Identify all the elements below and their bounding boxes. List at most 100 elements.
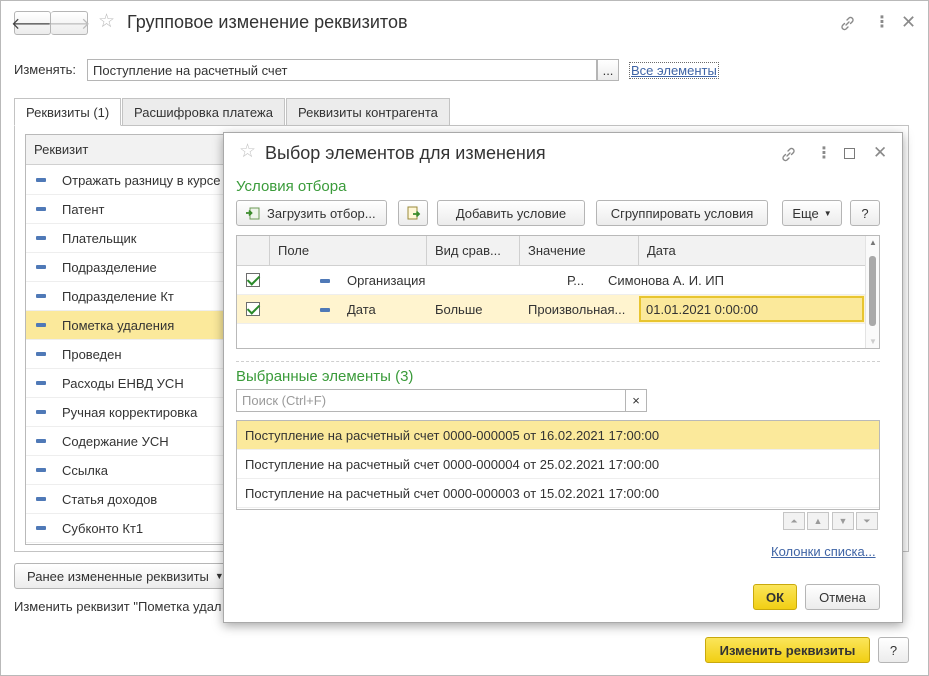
move-top-icon[interactable]: ⏶ (783, 512, 805, 530)
tab-counterparty-attributes[interactable]: Реквизиты контрагента (286, 98, 450, 126)
column-comparison[interactable]: Вид срав... (427, 236, 519, 265)
more-button[interactable]: Еще ▼ (782, 200, 842, 226)
attribute-label: Проведен (62, 346, 122, 362)
tab-attributes[interactable]: Реквизиты (1) (14, 98, 122, 126)
link-icon[interactable] (780, 146, 797, 163)
filter-comparison: Больше (435, 301, 483, 317)
attribute-row[interactable]: Патент (26, 195, 239, 224)
star-icon[interactable]: ☆ (239, 142, 256, 161)
attribute-row[interactable]: Ручная корректировка (26, 398, 239, 427)
apply-changes-button[interactable]: Изменить реквизиты (705, 637, 870, 663)
field-bullet-icon (320, 308, 330, 312)
maximize-icon[interactable] (844, 148, 855, 159)
cancel-button[interactable]: Отмена (805, 584, 880, 610)
grid-header: Реквизит (26, 135, 239, 165)
attribute-row[interactable]: Расходы ЕНВД УСН (26, 369, 239, 398)
attribute-bullet-icon (36, 381, 46, 385)
window-title: Групповое изменение реквизитов (127, 12, 408, 32)
help-button[interactable]: ? (878, 637, 909, 663)
move-down-icon[interactable]: ▼ (832, 512, 854, 530)
attribute-bullet-icon (36, 236, 46, 240)
attribute-row[interactable]: Пометка удаления (26, 311, 239, 340)
filter-value: Произвольная... (528, 301, 626, 317)
load-filter-button[interactable]: Загрузить отбор... (236, 200, 387, 226)
document-type-field[interactable]: Поступление на расчетный счет (87, 59, 597, 81)
filter-field: Дата (347, 301, 376, 317)
arrow-right-icon: 🡒 (47, 15, 91, 33)
attribute-row[interactable]: Отражать разницу в курсе (26, 166, 239, 195)
attribute-label: Расходы ЕНВД УСН (62, 375, 184, 391)
column-date[interactable]: Дата (639, 236, 865, 265)
filter-row[interactable]: Организация Р... Симонова А. И. ИП (237, 266, 865, 295)
filter-row[interactable]: Дата Больше Произвольная... 01.01.2021 0… (237, 295, 865, 324)
close-icon[interactable]: ✕ (901, 13, 916, 31)
move-bottom-icon[interactable]: ⏷ (856, 512, 878, 530)
column-field[interactable]: Поле (270, 236, 425, 265)
attribute-row[interactable]: Подразделение (26, 253, 239, 282)
filter-field: Организация (347, 272, 426, 288)
scroll-down-icon[interactable]: ▼ (869, 337, 877, 346)
attribute-bullet-icon (36, 294, 46, 298)
status-text: Изменить реквизит "Пометка удал (14, 599, 222, 614)
attribute-row[interactable]: Субконто Кт1 (26, 514, 239, 543)
filter-section-title: Условия отбора (236, 178, 347, 195)
more-vertical-icon[interactable]: ⋮ (874, 15, 890, 31)
dialog-help-button[interactable]: ? (850, 200, 880, 226)
attribute-row[interactable]: Плательщик (26, 224, 239, 253)
select-elements-dialog: ☆ Выбор элементов для изменения ⋮ ✕ Усло… (223, 132, 903, 623)
attribute-label: Содержание УСН (62, 433, 169, 449)
close-icon[interactable]: ✕ (873, 144, 887, 161)
attribute-bullet-icon (36, 323, 46, 327)
attribute-bullet-icon (36, 468, 46, 472)
load-filter-icon (245, 205, 261, 221)
attribute-label: Статья доходов (62, 491, 158, 507)
grid-header-label: Реквизит (34, 142, 89, 157)
attributes-grid[interactable]: Реквизит Отражать разницу в курсе Патент П… (25, 134, 240, 545)
attribute-row[interactable]: Статья доходов (26, 485, 239, 514)
attribute-label: Ручная корректировка (62, 404, 198, 420)
ok-button[interactable]: ОК (753, 584, 797, 610)
scroll-up-icon[interactable]: ▲ (869, 238, 877, 247)
column-value[interactable]: Значение (520, 236, 638, 265)
clear-search-button[interactable]: × (625, 389, 647, 412)
previously-changed-button[interactable]: Ранее измененные реквизиты ▼ (14, 563, 234, 589)
list-item[interactable]: Поступление на расчетный счет 0000-00000… (237, 479, 879, 508)
selected-section-title: Выбранные элементы (3) (236, 368, 414, 385)
link-icon[interactable] (839, 15, 856, 32)
filter-grid-scrollbar[interactable]: ▲ ▼ (865, 236, 879, 348)
save-filter-button[interactable] (398, 200, 428, 226)
back-button[interactable]: 🡐 (11, 11, 54, 35)
attribute-row[interactable]: Содержание УСН (26, 427, 239, 456)
add-condition-button[interactable]: Добавить условие (437, 200, 585, 226)
attribute-label: Подразделение Кт (62, 288, 174, 304)
filter-conditions-grid[interactable]: Поле Вид срав... Значение Дата Организац… (236, 235, 880, 349)
more-label: Еще (792, 205, 819, 221)
chevron-down-icon: ▼ (823, 208, 832, 218)
attribute-row[interactable]: Ссылка (26, 456, 239, 485)
attribute-row[interactable]: Проведен (26, 340, 239, 369)
more-vertical-icon[interactable]: ⋮ (816, 146, 832, 162)
list-columns-link[interactable]: Колонки списка... (771, 544, 876, 559)
search-input[interactable]: Поиск (Ctrl+F) (236, 389, 626, 412)
group-conditions-button[interactable]: Сгруппировать условия (596, 200, 768, 226)
all-elements-link[interactable]: Все элементы (629, 62, 719, 79)
move-up-icon[interactable]: ▲ (807, 512, 829, 530)
filter-value: Р... (567, 272, 585, 288)
document-icon (405, 205, 421, 221)
scrollbar-thumb[interactable] (869, 256, 876, 326)
list-item[interactable]: Поступление на расчетный счет 0000-00000… (237, 421, 879, 450)
selected-elements-list[interactable]: Поступление на расчетный счет 0000-00000… (236, 420, 880, 510)
document-label: Поступление на расчетный счет 0000-00000… (245, 427, 660, 443)
tab-payment-breakdown[interactable]: Расшифровка платежа (122, 98, 285, 126)
select-button[interactable]: ... (597, 59, 619, 81)
filter-value-extra: Симонова А. И. ИП (608, 272, 724, 288)
filter-row-checkbox[interactable] (246, 273, 260, 287)
date-value-field[interactable]: 01.01.2021 0:00:00 (639, 296, 864, 322)
attribute-label: Подразделение (62, 259, 157, 275)
star-icon[interactable]: ☆ (98, 12, 115, 31)
attribute-row[interactable]: Подразделение Кт (26, 282, 239, 311)
filter-row-checkbox[interactable] (246, 302, 260, 316)
attribute-bullet-icon (36, 207, 46, 211)
forward-button[interactable]: 🡒 (47, 11, 91, 35)
list-item[interactable]: Поступление на расчетный счет 0000-00000… (237, 450, 879, 479)
